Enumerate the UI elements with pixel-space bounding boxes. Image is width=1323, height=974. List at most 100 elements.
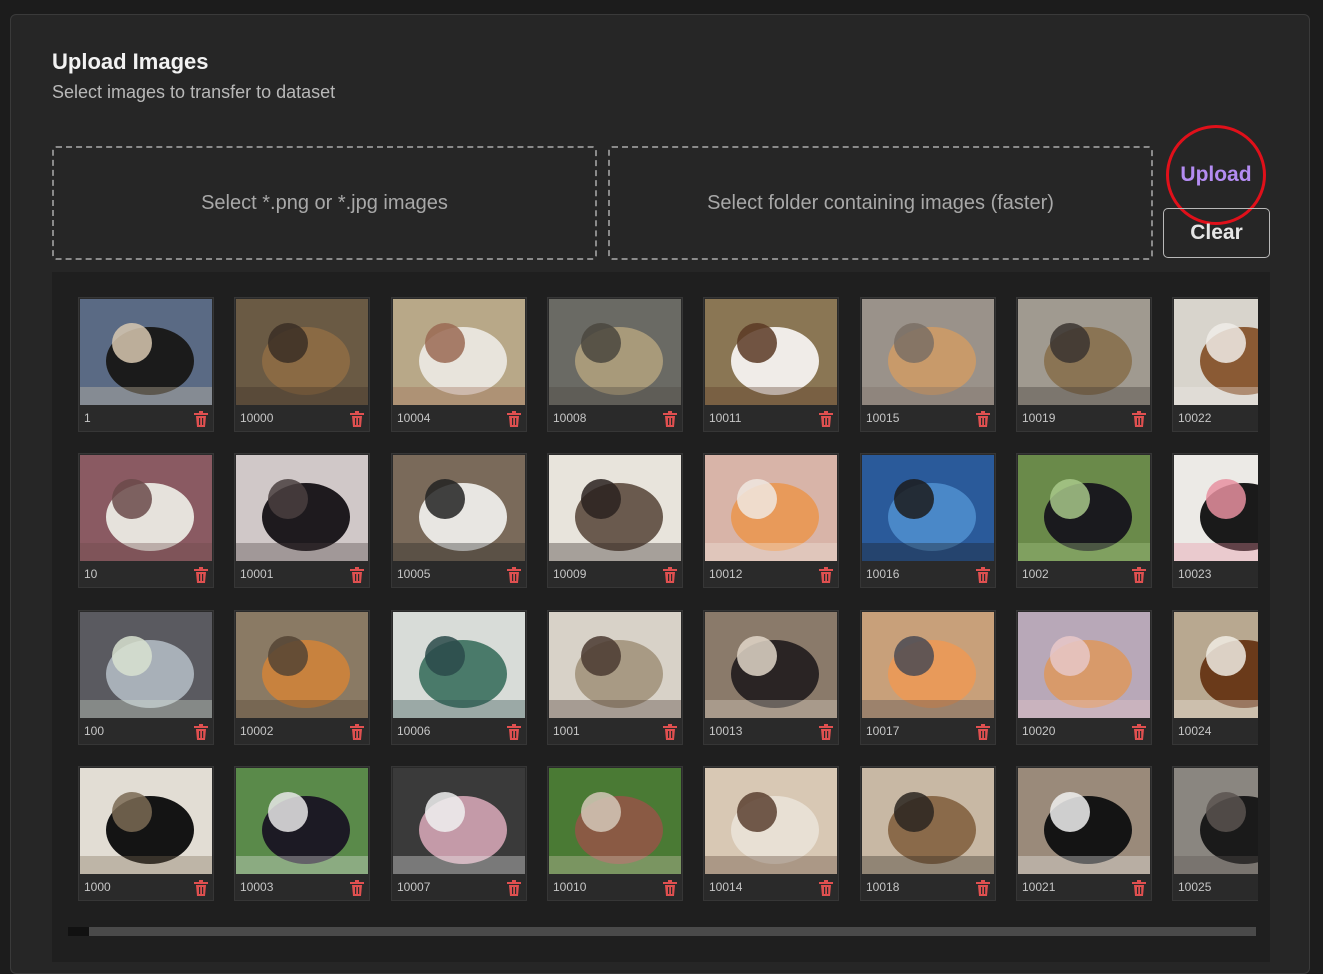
trash-icon[interactable] [663,724,677,740]
image-filename: 10021 [1022,880,1056,894]
image-thumbnail [236,768,368,874]
trash-icon[interactable] [976,411,990,427]
trash-icon[interactable] [194,880,208,896]
scrollbar-thumb[interactable] [68,927,89,936]
image-card[interactable]: 1001 [547,610,683,745]
image-card[interactable]: 10019 [1016,297,1152,432]
image-thumbnail [1018,768,1150,874]
image-card[interactable]: 10010 [547,766,683,901]
image-card[interactable]: 10016 [860,453,996,588]
image-filename: 10010 [553,880,587,894]
image-thumbnail [705,768,837,874]
trash-icon[interactable] [350,880,364,896]
page-title: Upload Images [52,49,209,74]
trash-icon[interactable] [194,724,208,740]
image-card[interactable]: 10005 [391,453,527,588]
image-card[interactable]: 10020 [1016,610,1152,745]
image-card[interactable]: 10009 [547,453,683,588]
image-thumbnail [862,768,994,874]
trash-icon[interactable] [819,567,833,583]
image-thumbnail [1174,455,1258,561]
image-card[interactable]: 10022 [1172,297,1258,432]
image-thumbnail [705,612,837,718]
image-card[interactable]: 10004 [391,297,527,432]
image-card[interactable]: 10008 [547,297,683,432]
image-card[interactable]: 10002 [234,610,370,745]
image-card[interactable]: 10024 [1172,610,1258,745]
image-card[interactable]: 1 [78,297,214,432]
image-filename: 1000 [84,880,111,894]
trash-icon[interactable] [663,411,677,427]
trash-icon[interactable] [194,411,208,427]
image-card[interactable]: 10012 [703,453,839,588]
image-thumbnail [1018,299,1150,405]
trash-icon[interactable] [507,880,521,896]
trash-icon[interactable] [1132,411,1146,427]
trash-icon[interactable] [976,880,990,896]
image-card[interactable]: 10011 [703,297,839,432]
trash-icon[interactable] [976,567,990,583]
image-card[interactable]: 10006 [391,610,527,745]
image-filename: 10001 [240,567,274,581]
image-thumbnail [1174,299,1258,405]
image-thumbnail [80,455,212,561]
trash-icon[interactable] [507,567,521,583]
image-thumbnail [393,455,525,561]
image-filename: 10009 [553,567,587,581]
trash-icon[interactable] [1132,567,1146,583]
image-thumbnail [80,612,212,718]
trash-icon[interactable] [819,724,833,740]
image-card[interactable]: 10013 [703,610,839,745]
trash-icon[interactable] [1132,724,1146,740]
trash-icon[interactable] [819,880,833,896]
image-filename: 10017 [866,724,900,738]
image-card[interactable]: 1000 [78,766,214,901]
image-card[interactable]: 10000 [234,297,370,432]
image-thumbnail [236,455,368,561]
select-images-dropzone[interactable]: Select *.png or *.jpg images [52,146,597,260]
image-filename: 10008 [553,411,587,425]
image-card[interactable]: 10025 [1172,766,1258,901]
image-card[interactable]: 10014 [703,766,839,901]
trash-icon[interactable] [819,411,833,427]
clear-button[interactable]: Clear [1163,208,1270,258]
image-card[interactable]: 10015 [860,297,996,432]
image-thumbnail [236,612,368,718]
image-thumbnail [862,455,994,561]
image-filename: 10016 [866,567,900,581]
image-card[interactable]: 1002 [1016,453,1152,588]
image-thumbnail [549,768,681,874]
image-card[interactable]: 10 [78,453,214,588]
image-card[interactable]: 10007 [391,766,527,901]
image-thumbnail [236,299,368,405]
image-card[interactable]: 10001 [234,453,370,588]
image-filename: 10011 [709,411,742,425]
page-subtitle: Select images to transfer to dataset [52,82,336,102]
image-card[interactable]: 10021 [1016,766,1152,901]
image-filename: 10014 [709,880,743,894]
image-card[interactable]: 10018 [860,766,996,901]
image-card[interactable]: 10023 [1172,453,1258,588]
image-card[interactable]: 100 [78,610,214,745]
horizontal-scrollbar[interactable] [68,927,1256,936]
trash-icon[interactable] [350,724,364,740]
image-card[interactable]: 10017 [860,610,996,745]
trash-icon[interactable] [507,411,521,427]
image-filename: 1 [84,411,91,425]
trash-icon[interactable] [350,567,364,583]
image-thumbnail [705,299,837,405]
image-filename: 10020 [1022,724,1056,738]
image-card[interactable]: 10003 [234,766,370,901]
trash-icon[interactable] [194,567,208,583]
trash-icon[interactable] [663,567,677,583]
trash-icon[interactable] [350,411,364,427]
trash-icon[interactable] [507,724,521,740]
upload-button-label: Upload [1180,163,1252,186]
image-filename: 10025 [1178,880,1212,894]
image-thumbnail [1174,612,1258,718]
select-folder-dropzone[interactable]: Select folder containing images (faster) [608,146,1153,260]
trash-icon[interactable] [663,880,677,896]
trash-icon[interactable] [1132,880,1146,896]
image-thumbnail [862,612,994,718]
trash-icon[interactable] [976,724,990,740]
